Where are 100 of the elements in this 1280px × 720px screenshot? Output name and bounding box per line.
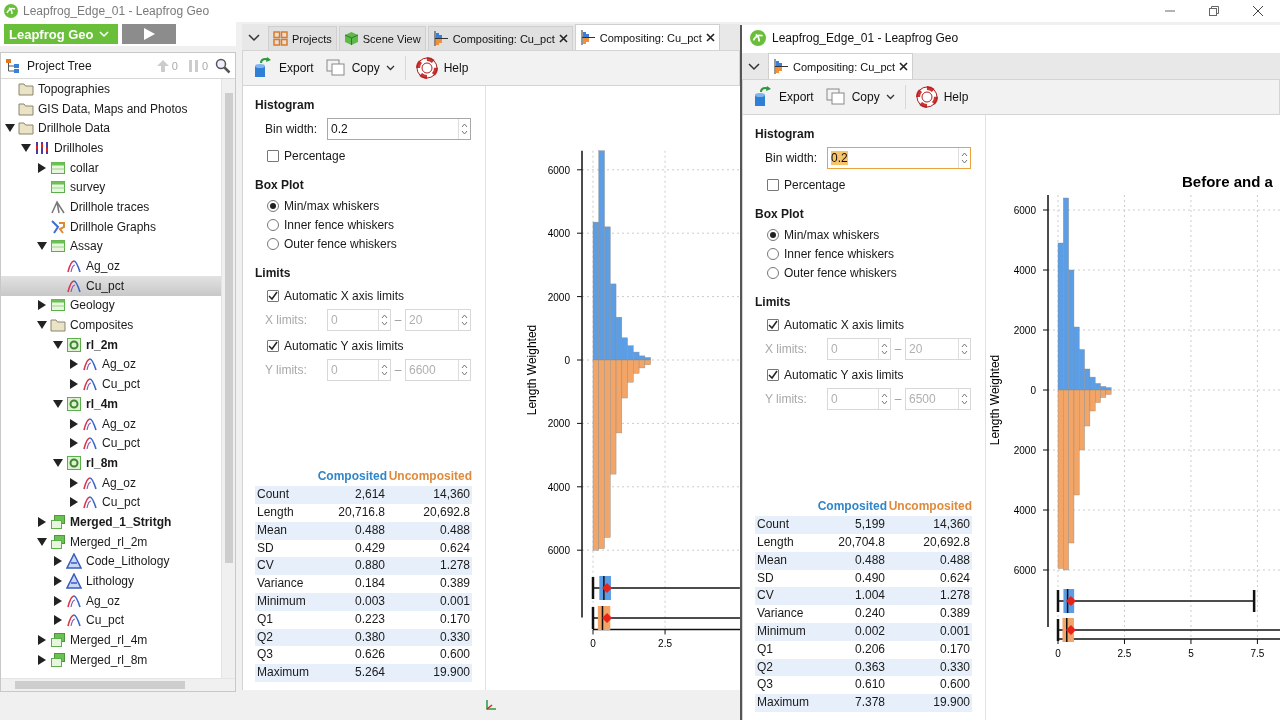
tab[interactable]: Projects <box>268 26 337 50</box>
collapsed-arrow-icon[interactable] <box>69 359 79 370</box>
histogram-icon <box>432 31 449 46</box>
expanded-arrow-icon[interactable] <box>37 320 47 331</box>
collapsed-arrow-icon[interactable] <box>37 654 47 665</box>
copy-button[interactable]: Copy <box>823 88 897 106</box>
export-button[interactable]: Export <box>251 57 316 79</box>
tree-item[interactable]: Drillhole traces <box>1 197 221 217</box>
tree-item[interactable]: Cu_pct <box>1 433 221 454</box>
spinner-arrows-icon[interactable] <box>881 342 888 356</box>
collapsed-arrow-icon[interactable] <box>53 576 63 587</box>
tree-item[interactable]: rl_4m <box>1 394 221 414</box>
collapsed-arrow-icon[interactable] <box>37 162 47 173</box>
tab[interactable]: Compositing: Cu_pct <box>768 53 914 79</box>
tree-item[interactable]: Ag_oz <box>1 472 221 493</box>
expanded-arrow-icon[interactable] <box>37 241 47 252</box>
radio-button[interactable] <box>267 200 279 212</box>
collapsed-arrow-icon[interactable] <box>37 300 47 311</box>
spinner-arrows-icon[interactable] <box>881 392 888 406</box>
axis-tick-label: 7.5 <box>1250 648 1265 659</box>
radio-button[interactable] <box>767 267 779 279</box>
tree-item[interactable]: Merged_rl_2m <box>1 531 221 552</box>
collapsed-arrow-icon[interactable] <box>69 497 79 508</box>
collapsed-arrow-icon[interactable] <box>69 379 79 390</box>
bin-width-field[interactable]: 0.2 <box>327 118 471 140</box>
tree-item[interactable]: rl_8m <box>1 453 221 473</box>
tree-item[interactable]: Cu_pct <box>1 492 221 513</box>
checkbox[interactable] <box>767 179 779 191</box>
collapsed-arrow-icon[interactable] <box>69 418 79 429</box>
checkbox[interactable] <box>267 150 279 162</box>
expanded-arrow-icon[interactable] <box>53 457 63 468</box>
tree-item[interactable]: Cu_pct <box>1 374 221 394</box>
tree-item[interactable]: Merged_rl_8m <box>1 649 221 670</box>
tab[interactable]: Compositing: Cu_pct <box>574 24 720 50</box>
spinner-arrows-icon[interactable] <box>381 313 388 327</box>
radio-label: Outer fence whiskers <box>284 237 397 251</box>
expanded-arrow-icon[interactable] <box>37 536 47 547</box>
expanded-arrow-icon[interactable] <box>21 142 31 153</box>
tree-item[interactable]: Merged_rl_4m <box>1 630 221 650</box>
tree-item[interactable]: Code_Lithology <box>1 551 221 572</box>
tree-item[interactable]: Ag_oz <box>1 256 221 276</box>
tree-item[interactable]: Merged_1_Stritgh <box>1 512 221 532</box>
expanded-arrow-icon[interactable] <box>53 339 63 350</box>
collapsed-arrow-icon[interactable] <box>37 635 47 646</box>
tree-item[interactable]: collar <box>1 157 221 178</box>
tree-item[interactable]: Ag_oz <box>1 354 221 375</box>
help-button[interactable]: Help <box>913 86 971 108</box>
collapsed-arrow-icon[interactable] <box>37 516 47 527</box>
radio-button[interactable] <box>267 219 279 231</box>
tree-item[interactable]: Topographies <box>1 79 221 99</box>
export-icon <box>753 86 773 108</box>
tree-item[interactable]: Ag_oz <box>1 590 221 611</box>
tree-item[interactable]: Ag_oz <box>1 413 221 434</box>
expanded-arrow-icon[interactable] <box>53 398 63 409</box>
table-cell: 2,614 <box>317 486 387 505</box>
collapsed-arrow-icon[interactable] <box>53 595 63 606</box>
search-icon[interactable] <box>215 57 231 74</box>
horizontal-scrollbar[interactable] <box>1 678 235 691</box>
collapsed-arrow-icon[interactable] <box>69 438 79 449</box>
export-button[interactable]: Export <box>751 86 816 108</box>
row-label: CV <box>755 587 817 606</box>
spinner-arrows-icon[interactable] <box>961 151 968 165</box>
bin-width-field[interactable]: 0.2 <box>827 147 971 169</box>
tree-item[interactable]: Drillholes <box>1 138 221 158</box>
table-cell: 1.278 <box>887 587 972 606</box>
collapsed-arrow-icon[interactable] <box>69 477 79 488</box>
close-icon[interactable] <box>705 33 715 42</box>
axis-tick-label: 2.5 <box>1117 648 1132 659</box>
spinner-arrows-icon[interactable] <box>961 342 968 356</box>
tab[interactable]: Scene View <box>338 26 426 50</box>
merged-table-icon <box>50 513 66 530</box>
spinner-arrows-icon[interactable] <box>461 122 468 136</box>
radio-button[interactable] <box>267 238 279 250</box>
tree-item[interactable]: Cu_pct <box>1 610 221 631</box>
spinner-arrows-icon[interactable] <box>461 313 468 327</box>
tree-item[interactable]: Composites <box>1 315 221 335</box>
tree-item[interactable]: Assay <box>1 236 221 257</box>
radio-button[interactable] <box>767 248 779 260</box>
tab[interactable]: Compositing: Cu_pct <box>427 26 573 50</box>
copy-button[interactable]: Copy <box>323 59 397 77</box>
tree-item[interactable]: survey <box>1 177 221 198</box>
close-icon[interactable] <box>558 34 568 43</box>
tree-item[interactable]: Geology <box>1 295 221 316</box>
collapsed-arrow-icon[interactable] <box>53 615 63 626</box>
play-button[interactable] <box>122 24 176 44</box>
spinner-arrows-icon[interactable] <box>461 363 468 377</box>
tree-item[interactable]: Lithology <box>1 571 221 591</box>
spinner-arrows-icon[interactable] <box>381 363 388 377</box>
radio-button[interactable] <box>767 229 779 241</box>
expanded-arrow-icon[interactable] <box>5 123 15 134</box>
vertical-scrollbar[interactable] <box>221 79 235 678</box>
tree-item[interactable]: GIS Data, Maps and Photos <box>1 98 221 119</box>
spinner-arrows-icon[interactable] <box>961 392 968 406</box>
collapsed-arrow-icon[interactable] <box>53 556 63 567</box>
close-icon[interactable] <box>899 62 909 71</box>
tree-item[interactable]: Cu_pct <box>1 275 221 296</box>
tree-item[interactable]: Drillhole Graphs <box>1 216 221 237</box>
tree-item[interactable]: Drillhole Data <box>1 118 221 139</box>
help-button[interactable]: Help <box>413 57 471 79</box>
tree-item[interactable]: rl_2m <box>1 334 221 355</box>
